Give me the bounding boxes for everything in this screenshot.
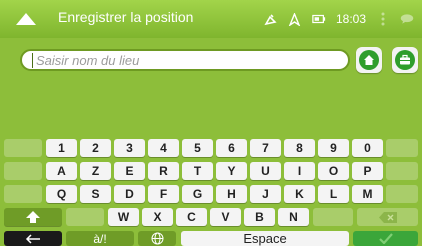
- text-cursor: [32, 52, 33, 68]
- gps-icon: [288, 12, 302, 26]
- home-icon: [364, 55, 374, 65]
- shift-arrow-icon: [26, 211, 40, 223]
- key[interactable]: K: [284, 185, 315, 203]
- key[interactable]: Q: [46, 185, 77, 203]
- checkmark-icon: [378, 233, 393, 244]
- key[interactable]: 7: [250, 139, 281, 157]
- key[interactable]: O: [318, 162, 349, 180]
- key[interactable]: V: [210, 208, 241, 226]
- key-blank: [313, 208, 353, 226]
- key[interactable]: 2: [80, 139, 111, 157]
- key-blank: [386, 185, 418, 203]
- key-blank: [4, 185, 42, 203]
- key[interactable]: 9: [318, 139, 349, 157]
- search-input[interactable]: Saisir nom du lieu: [20, 49, 350, 71]
- key[interactable]: D: [114, 185, 145, 203]
- work-button[interactable]: [392, 47, 418, 73]
- confirm-button[interactable]: [353, 231, 418, 246]
- back-button[interactable]: [4, 231, 62, 246]
- home-button[interactable]: [356, 47, 382, 73]
- key[interactable]: S: [80, 185, 111, 203]
- chevron-up-icon: [16, 13, 36, 25]
- language-key[interactable]: [138, 231, 176, 246]
- key[interactable]: 0: [352, 139, 383, 157]
- key[interactable]: J: [250, 185, 281, 203]
- search-placeholder: Saisir nom du lieu: [36, 52, 140, 68]
- key[interactable]: Z: [80, 162, 111, 180]
- key[interactable]: A: [46, 162, 77, 180]
- key[interactable]: Y: [216, 162, 247, 180]
- key[interactable]: 6: [216, 139, 247, 157]
- globe-icon: [151, 232, 163, 245]
- key[interactable]: R: [148, 162, 179, 180]
- key[interactable]: U: [250, 162, 281, 180]
- satellite-icon: [264, 12, 278, 26]
- key[interactable]: B: [244, 208, 275, 226]
- symbols-key[interactable]: à/!: [66, 231, 134, 246]
- key-blank: [66, 208, 104, 226]
- key[interactable]: T: [182, 162, 213, 180]
- key-blank: [4, 162, 42, 180]
- key[interactable]: 8: [284, 139, 315, 157]
- chat-icon[interactable]: [400, 12, 414, 26]
- backspace-key[interactable]: [357, 208, 418, 226]
- title-bar: Enregistrer la position 18:03: [0, 0, 422, 38]
- key[interactable]: 3: [114, 139, 145, 157]
- key[interactable]: M: [352, 185, 383, 203]
- key[interactable]: 1: [46, 139, 77, 157]
- clock: 18:03: [335, 12, 366, 26]
- key[interactable]: E: [114, 162, 145, 180]
- key[interactable]: F: [148, 185, 179, 203]
- page-title: Enregistrer la position: [58, 9, 194, 25]
- key[interactable]: L: [318, 185, 349, 203]
- key-blank: [386, 139, 418, 157]
- key[interactable]: G: [182, 185, 213, 203]
- key-blank: [4, 139, 42, 157]
- collapse-button[interactable]: [6, 6, 46, 32]
- key[interactable]: W: [108, 208, 139, 226]
- space-key[interactable]: Espace: [181, 231, 349, 246]
- key[interactable]: H: [216, 185, 247, 203]
- backspace-icon: [378, 211, 397, 223]
- key[interactable]: I: [284, 162, 315, 180]
- key[interactable]: N: [278, 208, 309, 226]
- key-blank: [386, 162, 418, 180]
- key[interactable]: 4: [148, 139, 179, 157]
- key[interactable]: X: [142, 208, 173, 226]
- arrow-left-icon: [25, 233, 40, 244]
- search-row: Saisir nom du lieu: [0, 38, 422, 82]
- key[interactable]: 5: [182, 139, 213, 157]
- battery-icon: [312, 12, 326, 26]
- briefcase-icon: [400, 54, 410, 65]
- status-bar: 18:03: [264, 8, 414, 30]
- shift-key[interactable]: [4, 208, 62, 226]
- menu-dots-icon[interactable]: [376, 12, 390, 26]
- keyboard-bottom-row: à/! Espace: [0, 231, 422, 246]
- key[interactable]: P: [352, 162, 383, 180]
- key[interactable]: C: [176, 208, 207, 226]
